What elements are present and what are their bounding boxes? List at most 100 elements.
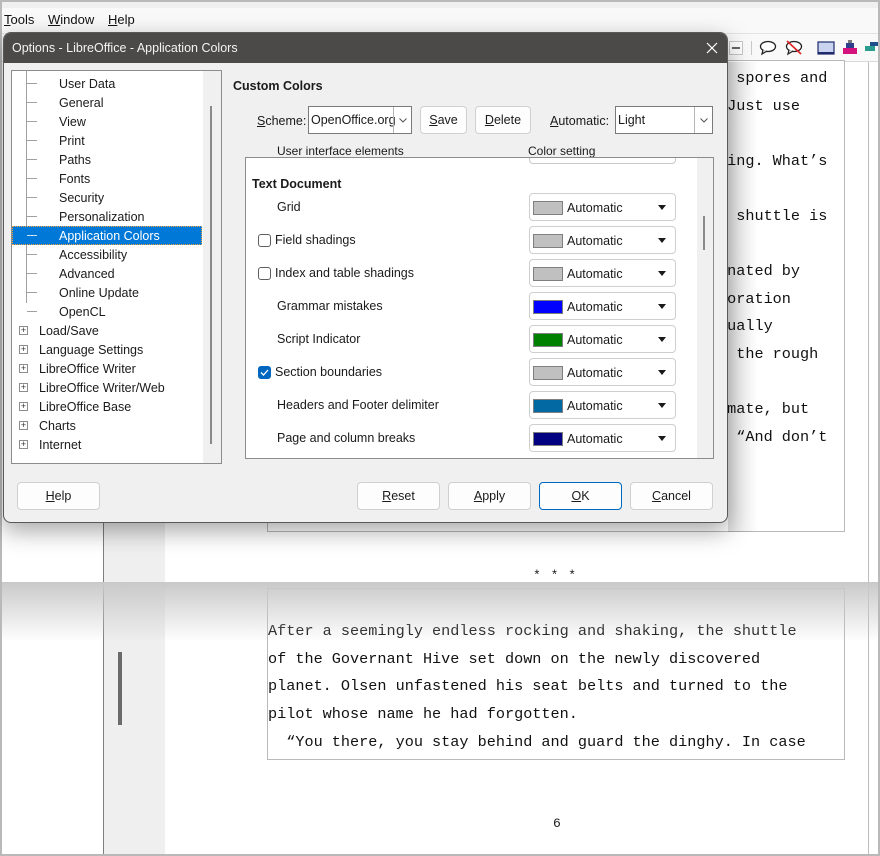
dropdown-arrow-icon [658,403,666,408]
delete-comment-icon[interactable] [784,38,804,58]
delete-button[interactable]: Delete [475,106,531,134]
color-picker-button[interactable]: Automatic [529,259,676,287]
tree-connector [27,216,37,217]
options-tree[interactable]: User Data General View Print Paths Fonts Secur… [11,70,222,464]
help-button[interactable]: Help [17,482,100,510]
color-settings-list[interactable]: Text Document Grid Automatic Field shading… [245,157,714,459]
tree-item-online-update[interactable]: Online Update [12,283,202,302]
tree-item-label: Online Update [59,285,139,300]
tree-item-view[interactable]: View [12,112,202,131]
tree-item-label: Accessibility [59,247,128,262]
element-name: Script Indicator [277,332,361,346]
text-line: of the Governant Hive set down on the ne… [268,649,761,668]
color-picker-button[interactable]: Automatic [529,292,676,320]
checkbox[interactable] [258,267,271,280]
tree-item-security[interactable]: Security [12,188,202,207]
text-frame-lower[interactable]: After a seemingly endless rocking and sh… [267,588,845,760]
text-line: imate, but [718,400,810,419]
color-row-section-boundaries: Section boundaries Automatic [246,356,696,389]
tree-group-libreoffice-base[interactable]: + LibreOffice Base [12,397,202,416]
text-line: ring. What’s [718,151,828,170]
element-name: Grid [277,200,301,214]
tree-group-libreoffice-writer-web[interactable]: + LibreOffice Writer/Web [12,378,202,397]
expand-icon[interactable]: + [19,326,28,335]
tree-item-fonts[interactable]: Fonts [12,169,202,188]
apply-button[interactable]: Apply [448,482,531,510]
reset-button[interactable]: Reset [357,482,440,510]
tree-connector [27,159,37,160]
page-edge [868,62,869,854]
dropdown-arrow-icon [658,304,666,309]
color-row-field-shadings: Field shadings Automatic [246,224,696,257]
tree-item-paths[interactable]: Paths [12,150,202,169]
color-picker-button[interactable]: Automatic [529,424,676,452]
insert-comment-icon[interactable] [758,38,778,58]
tree-item-opencl[interactable]: OpenCL [12,302,202,321]
insert-fontwork-icon[interactable] [840,38,860,58]
dropdown-arrow-icon [658,271,666,276]
color-picker-button[interactable]: Automatic [529,325,676,353]
tree-item-application-colors[interactable]: Application Colors [12,226,202,245]
tree-item-print[interactable]: Print [12,131,202,150]
close-icon [706,42,718,54]
tree-group-libreoffice-writer[interactable]: + LibreOffice Writer [12,359,202,378]
minimize-sidebar-icon[interactable] [726,38,746,58]
element-name: Grammar mistakes [277,299,383,313]
tree-group-internet[interactable]: + Internet [12,435,202,454]
expand-icon[interactable]: + [19,421,28,430]
expand-icon[interactable]: + [19,383,28,392]
menu-window[interactable]: Window [48,12,94,27]
dialog-titlebar[interactable]: Options - LibreOffice - Application Colo… [4,33,727,63]
tree-group-charts[interactable]: + Charts [12,416,202,435]
checkbox[interactable] [258,366,271,379]
tree-item-personalization[interactable]: Personalization [12,207,202,226]
color-row-headers-and-footer-delimiter: Headers and Footer delimiter Automatic [246,389,696,422]
expand-icon[interactable]: + [19,440,28,449]
expand-icon[interactable]: + [19,345,28,354]
color-button-partial[interactable] [529,158,676,164]
tree-group-load-save[interactable]: + Load/Save [12,321,202,340]
scheme-select[interactable]: OpenOffice.org [308,106,412,134]
list-scrollbar[interactable] [697,158,713,458]
color-value: Automatic [567,267,623,281]
expand-icon[interactable]: + [19,402,28,411]
ruler-handle[interactable] [118,652,122,725]
automatic-select[interactable]: Light [615,106,713,134]
color-swatch [533,234,563,248]
tree-item-label: LibreOffice Writer [39,361,136,376]
tree-item-label: Paths [59,152,91,167]
tree-item-general[interactable]: General [12,93,202,112]
tree-item-label: Print [59,133,85,148]
tree-item-label: Personalization [59,209,145,224]
menu-help[interactable]: Help [108,12,135,27]
text-line: planet. Olsen unfastened his seat belts … [268,677,788,696]
tree-connector [27,311,37,312]
more-icon[interactable] [862,38,878,58]
color-picker-button[interactable]: Automatic [529,193,676,221]
expand-icon[interactable]: + [19,364,28,373]
color-picker-button[interactable]: Automatic [529,226,676,254]
color-picker-button[interactable]: Automatic [529,391,676,419]
insert-frame-icon[interactable] [816,38,836,58]
tree-group-language-settings[interactable]: + Language Settings [12,340,202,359]
checkmark-icon [260,369,269,376]
close-button[interactable] [697,33,727,63]
color-value: Automatic [567,333,623,347]
cancel-button[interactable]: Cancel [630,482,713,510]
options-dialog: Options - LibreOffice - Application Colo… [3,32,728,523]
text-line: r the rough [718,345,819,363]
color-picker-button[interactable]: Automatic [529,358,676,386]
tree-scrollbar[interactable] [203,71,221,463]
tree-scrollbar-thumb[interactable] [210,106,212,444]
ok-button[interactable]: OK [539,482,622,510]
dropdown-arrow-icon [658,370,666,375]
tree-item-advanced[interactable]: Advanced [12,264,202,283]
checkbox[interactable] [258,234,271,247]
menu-tools[interactable]: Tools [4,12,34,27]
list-scrollbar-thumb[interactable] [703,216,705,250]
text-line: loration [718,289,791,308]
tree-item-user-data[interactable]: User Data [12,74,202,93]
text-line: inated by [718,262,801,281]
tree-item-accessibility[interactable]: Accessibility [12,245,202,264]
save-button[interactable]: Save [420,106,467,134]
